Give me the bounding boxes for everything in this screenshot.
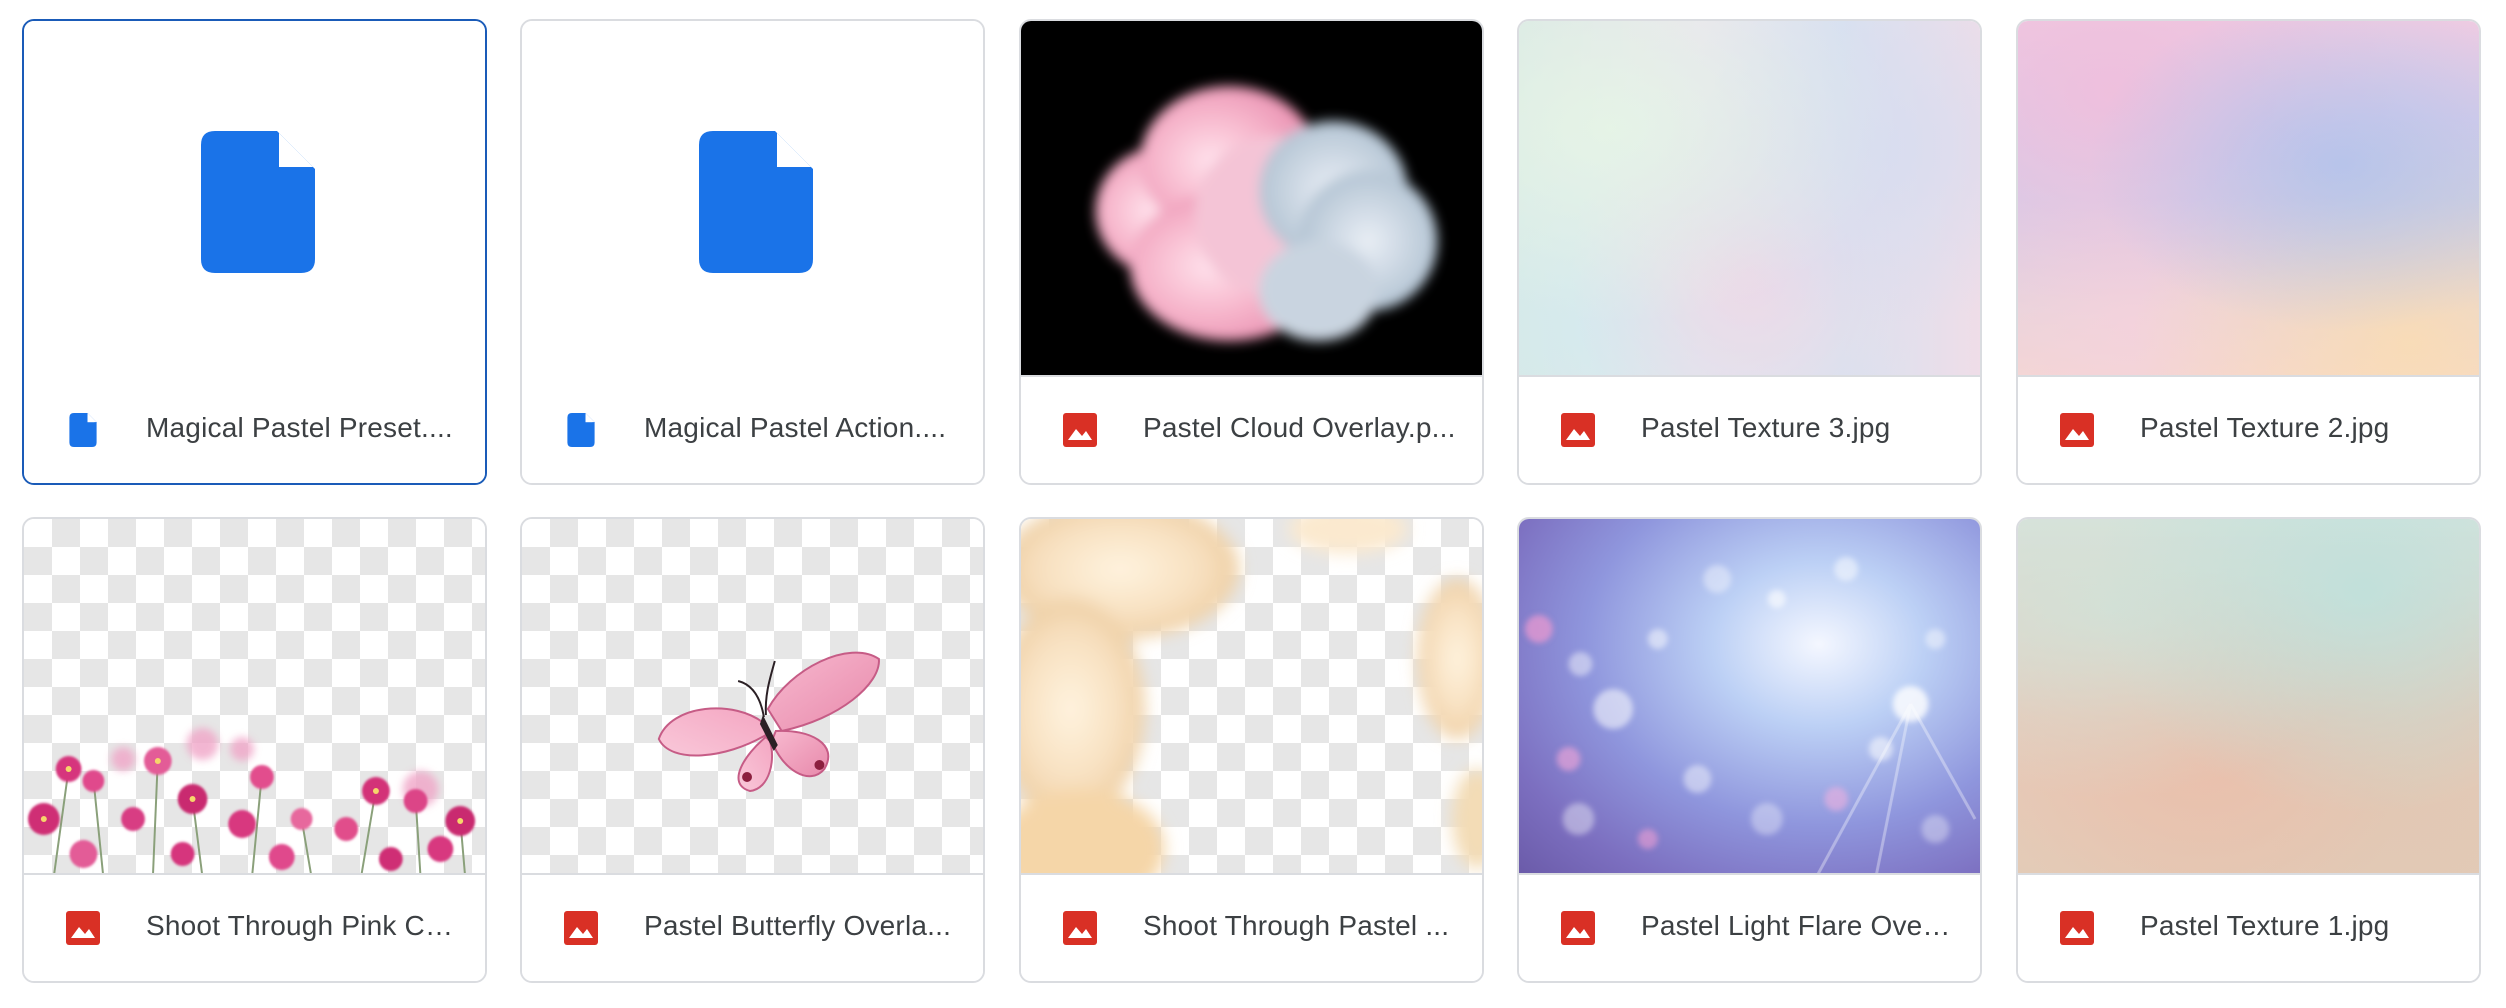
image-icon (564, 911, 598, 945)
bokeh-image (1524, 557, 1977, 877)
file-thumbnail (24, 21, 485, 379)
file-name: Pastel Cloud Overlay.p... (1143, 412, 1456, 443)
file-footer: Pastel Cloud Overlay.p... (1021, 375, 1482, 483)
file-name: Pastel Texture 3.jpg (1641, 412, 1891, 443)
file-card-magical-pastel-action[interactable]: Magical Pastel Action.... (520, 19, 985, 485)
file-name: Pastel Light Flare Over... (1641, 910, 1954, 941)
file-name: Shoot Through Pastel ... (1143, 910, 1450, 941)
file-thumbnail (522, 519, 983, 877)
file-footer: Magical Pastel Action.... (522, 377, 983, 483)
file-footer: Pastel Butterfly Overla... (522, 873, 983, 981)
file-card-magical-pastel-preset[interactable]: Magical Pastel Preset.... (22, 19, 487, 485)
file-card-pastel-texture-3[interactable]: Pastel Texture 3.jpg (1517, 19, 1982, 485)
flowers-image (27, 728, 476, 877)
roses-image (1021, 519, 1482, 877)
image-icon (2060, 911, 2094, 945)
doc-icon (66, 413, 100, 447)
file-name: Pastel Butterfly Overla... (644, 910, 952, 941)
file-grid: Magical Pastel Preset.... Magical Pastel… (0, 0, 2506, 1008)
file-thumbnail (1519, 21, 1980, 379)
file-card-pastel-light-flare-overlay[interactable]: Pastel Light Flare Over... (1517, 517, 1982, 983)
file-footer: Pastel Light Flare Over... (1519, 873, 1980, 981)
file-name: Magical Pastel Preset.... (146, 412, 453, 443)
file-card-pastel-butterfly-overlay[interactable]: Pastel Butterfly Overla... (520, 517, 985, 983)
image-icon (1561, 911, 1595, 945)
document-icon (699, 131, 813, 273)
file-footer: Pastel Texture 3.jpg (1519, 375, 1980, 483)
file-thumbnail (1021, 21, 1482, 379)
image-icon (1063, 413, 1097, 447)
file-thumbnail (1519, 519, 1980, 877)
file-thumbnail (2018, 21, 2479, 379)
file-card-pastel-texture-2[interactable]: Pastel Texture 2.jpg (2016, 19, 2481, 485)
file-name: Pastel Texture 2.jpg (2140, 412, 2390, 443)
image-icon (1561, 413, 1595, 447)
file-thumbnail (1021, 519, 1482, 877)
file-thumbnail (2018, 519, 2479, 877)
file-thumbnail (522, 21, 983, 379)
cloud-image (1095, 86, 1438, 341)
file-thumbnail (24, 519, 485, 877)
image-icon (2060, 413, 2094, 447)
file-footer: Shoot Through Pink Co... (24, 873, 485, 981)
file-footer: Pastel Texture 2.jpg (2018, 375, 2479, 483)
file-card-shoot-through-pastel-roses[interactable]: Shoot Through Pastel ... (1019, 517, 1484, 983)
file-card-pastel-texture-1[interactable]: Pastel Texture 1.jpg (2016, 517, 2481, 983)
file-card-pastel-cloud-overlay[interactable]: Pastel Cloud Overlay.p... (1019, 19, 1484, 485)
image-icon (66, 911, 100, 945)
file-footer: Magical Pastel Preset.... (24, 377, 485, 483)
file-name: Shoot Through Pink Co... (146, 910, 459, 941)
file-card-shoot-through-pink-cosmos[interactable]: Shoot Through Pink Co... (22, 517, 487, 983)
file-footer: Shoot Through Pastel ... (1021, 873, 1482, 981)
file-name: Magical Pastel Action.... (644, 412, 947, 443)
file-name: Pastel Texture 1.jpg (2140, 910, 2390, 941)
file-footer: Pastel Texture 1.jpg (2018, 873, 2479, 981)
doc-icon (564, 413, 598, 447)
butterfly-image (657, 651, 880, 793)
image-icon (1063, 911, 1097, 945)
document-icon (201, 131, 315, 273)
